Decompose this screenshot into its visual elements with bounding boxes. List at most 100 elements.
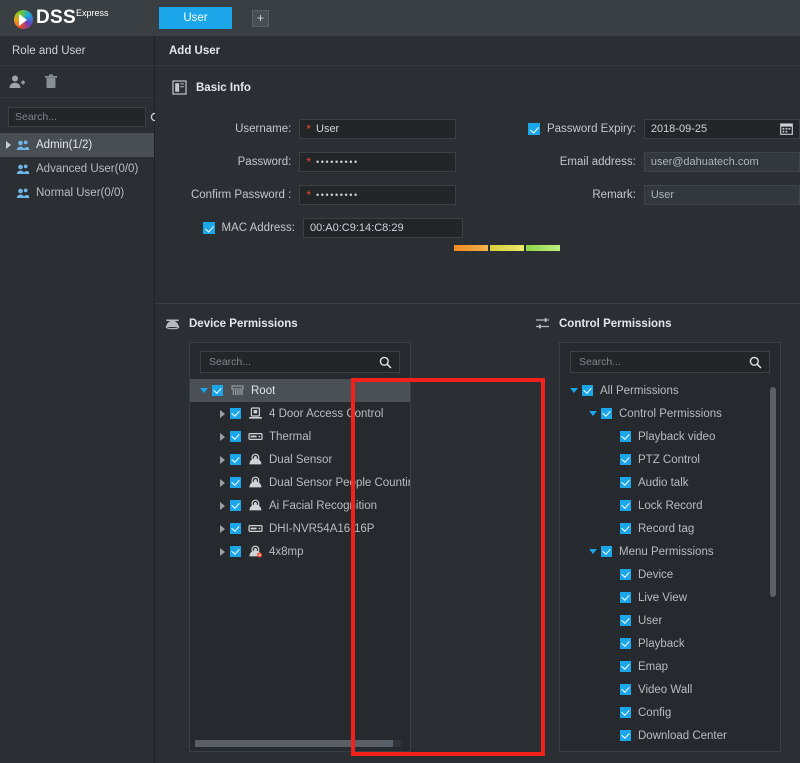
control-row-checkbox[interactable] <box>601 408 612 419</box>
device-row-checkbox[interactable] <box>230 431 241 442</box>
control-tree-row[interactable]: Download Center <box>560 724 780 747</box>
device-search-box[interactable] <box>200 351 400 373</box>
sidebar-search <box>0 98 154 133</box>
control-tree-row[interactable]: Playback <box>560 632 780 655</box>
control-row-checkbox[interactable] <box>620 454 631 465</box>
control-tree-row[interactable]: PTZ Control <box>560 448 780 471</box>
device-tree-row[interactable]: 4 Door Access Control <box>190 402 410 425</box>
device-row-label: Dual Sensor People Counting <box>269 477 410 489</box>
chevron-right-icon[interactable] <box>214 456 230 464</box>
device-tree-row[interactable]: DHI-NVR54A16-16P <box>190 517 410 540</box>
device-row-checkbox[interactable] <box>230 546 241 557</box>
password-expiry-checkbox[interactable] <box>528 123 540 135</box>
mac-address-checkbox[interactable] <box>203 222 215 234</box>
control-row-checkbox[interactable] <box>620 730 631 741</box>
control-tree-row[interactable]: Config <box>560 701 780 724</box>
mac-address-label: MAC Address: <box>222 222 296 234</box>
add-user-icon[interactable] <box>8 73 26 91</box>
remark-field[interactable]: User <box>644 185 800 205</box>
device-tree-row[interactable]: Dual Sensor People Counting <box>190 471 410 494</box>
chevron-right-icon[interactable] <box>214 433 230 441</box>
device-row-checkbox[interactable] <box>230 523 241 534</box>
control-row-label: Emap <box>638 661 668 673</box>
control-row-checkbox[interactable] <box>620 661 631 672</box>
device-row-checkbox[interactable] <box>230 408 241 419</box>
password-field[interactable]: * ••••••••• <box>299 152 455 172</box>
device-tree-hscrollbar[interactable] <box>195 740 401 747</box>
chevron-right-icon[interactable] <box>214 548 230 556</box>
sidebar-search-box[interactable] <box>8 107 146 127</box>
chevron-right-icon[interactable] <box>214 525 230 533</box>
device-row-checkbox[interactable] <box>230 454 241 465</box>
control-row-checkbox[interactable] <box>582 385 593 396</box>
email-label: Email address: <box>500 156 644 168</box>
sidebar-search-input[interactable] <box>15 111 150 123</box>
device-tree-row[interactable]: Root <box>190 379 410 402</box>
control-tree-row[interactable]: Audio talk <box>560 471 780 494</box>
control-tree-row[interactable]: Emap <box>560 655 780 678</box>
chevron-down-icon[interactable] <box>585 411 601 416</box>
email-field[interactable]: user@dahuatech.com <box>644 152 800 172</box>
chevron-right-icon[interactable] <box>214 502 230 510</box>
chevron-down-icon[interactable] <box>196 388 212 393</box>
control-row-checkbox[interactable] <box>620 431 631 442</box>
chevron-down-icon[interactable] <box>566 388 582 393</box>
control-tree-row[interactable]: Device <box>560 563 780 586</box>
device-search <box>190 343 410 379</box>
tab-user[interactable]: User <box>159 7 232 29</box>
username-row: Username: * User Password Expiry: 2018-0… <box>155 112 800 145</box>
control-row-checkbox[interactable] <box>601 546 612 557</box>
search-icon[interactable] <box>379 356 391 368</box>
search-icon[interactable] <box>749 356 761 368</box>
device-tree-row[interactable]: Dual Sensor <box>190 448 410 471</box>
password-value: ••••••••• <box>316 157 359 167</box>
control-row-checkbox[interactable] <box>620 477 631 488</box>
control-tree-vscrollbar[interactable] <box>770 387 776 717</box>
device-tree-row[interactable]: Ai Facial Recognition <box>190 494 410 517</box>
control-row-checkbox[interactable] <box>620 500 631 511</box>
control-row-checkbox[interactable] <box>620 638 631 649</box>
delete-icon[interactable] <box>42 73 60 91</box>
device-row-checkbox[interactable] <box>212 385 223 396</box>
password-expiry-value: 2018-09-25 <box>651 123 707 135</box>
control-tree-row[interactable]: Video Wall <box>560 678 780 701</box>
calendar-icon[interactable] <box>780 122 793 135</box>
chevron-right-icon[interactable] <box>214 410 230 418</box>
control-search-input[interactable] <box>579 356 749 368</box>
control-row-checkbox[interactable] <box>620 569 631 580</box>
add-tab-button[interactable]: + <box>252 10 269 27</box>
device-row-label: 4x8mp <box>269 546 304 558</box>
mac-address-field[interactable]: 00:A0:C9:14:C8:29 <box>303 218 463 238</box>
sidebar-item-normal-user[interactable]: Normal User(0/0) <box>0 181 154 205</box>
control-tree-row[interactable]: Lock Record <box>560 494 780 517</box>
chevron-right-icon[interactable] <box>6 141 11 149</box>
device-tree-row[interactable]: Thermal <box>190 425 410 448</box>
control-row-checkbox[interactable] <box>620 523 631 534</box>
device-row-checkbox[interactable] <box>230 477 241 488</box>
device-search-input[interactable] <box>209 356 379 368</box>
control-row-checkbox[interactable] <box>620 615 631 626</box>
control-search-box[interactable] <box>570 351 770 373</box>
password-expiry-field[interactable]: 2018-09-25 <box>644 119 800 139</box>
control-tree-row[interactable]: Control Permissions <box>560 402 780 425</box>
control-tree-row[interactable]: All Permissions <box>560 379 780 402</box>
control-row-checkbox[interactable] <box>620 592 631 603</box>
mac-address-row: MAC Address: 00:A0:C9:14:C8:29 <box>155 211 800 244</box>
device-tree-row[interactable]: 4x8mp <box>190 540 410 563</box>
control-tree-row[interactable]: Menu Permissions <box>560 540 780 563</box>
control-row-checkbox[interactable] <box>620 684 631 695</box>
control-row-checkbox[interactable] <box>620 707 631 718</box>
sidebar-item-advanced-user[interactable]: Advanced User(0/0) <box>0 157 154 181</box>
username-field[interactable]: * User <box>299 119 455 139</box>
chevron-down-icon[interactable] <box>585 549 601 554</box>
control-tree-row[interactable]: Playback video <box>560 425 780 448</box>
user-group-icon <box>16 139 30 151</box>
control-tree-row[interactable]: Record tag <box>560 517 780 540</box>
control-tree-row[interactable]: User <box>560 609 780 632</box>
confirm-password-field[interactable]: * ••••••••• <box>299 185 455 205</box>
control-row-label: Control Permissions <box>619 408 722 420</box>
chevron-right-icon[interactable] <box>214 479 230 487</box>
sidebar-item-admin[interactable]: Admin(1/2) <box>0 133 154 157</box>
device-row-checkbox[interactable] <box>230 500 241 511</box>
control-tree-row[interactable]: Live View <box>560 586 780 609</box>
